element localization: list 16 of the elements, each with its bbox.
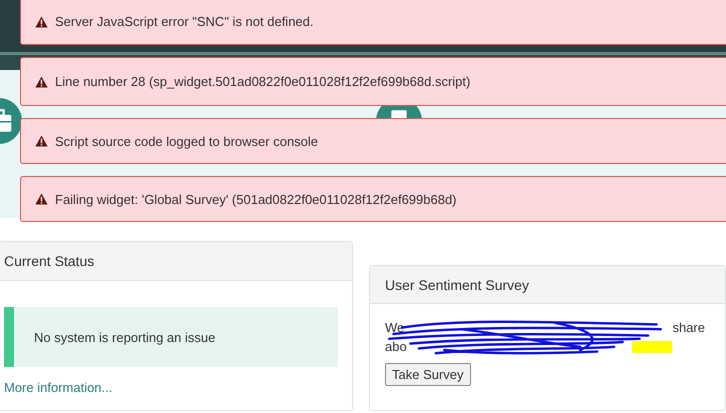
card-title: User Sentiment Survey [385, 276, 529, 292]
warning-icon [35, 193, 48, 205]
alert-message: Failing widget: 'Global Survey' (501ad0822f0e011028f12f2ef699b68d) [55, 192, 457, 206]
alert-message: Line number 28 (sp_widget.501ad0822f0e011028f12f2ef699b68d.script) [55, 74, 470, 89]
alert-message: Script source code logged to browser console [55, 134, 318, 148]
status-message: No system is reporting an issue [4, 307, 338, 367]
survey-text: share [672, 320, 705, 335]
warning-icon [35, 135, 48, 147]
take-survey-button[interactable]: Take Survey [385, 363, 471, 386]
warning-icon [35, 16, 48, 28]
highlight-mark [632, 340, 672, 352]
warning-icon [35, 76, 48, 88]
card-title: Current Status [4, 253, 94, 269]
more-information-link[interactable]: More information... [4, 380, 338, 395]
survey-text: abo [385, 339, 407, 354]
alert-message: Server JavaScript error "SNC" is not defined. [55, 14, 314, 29]
